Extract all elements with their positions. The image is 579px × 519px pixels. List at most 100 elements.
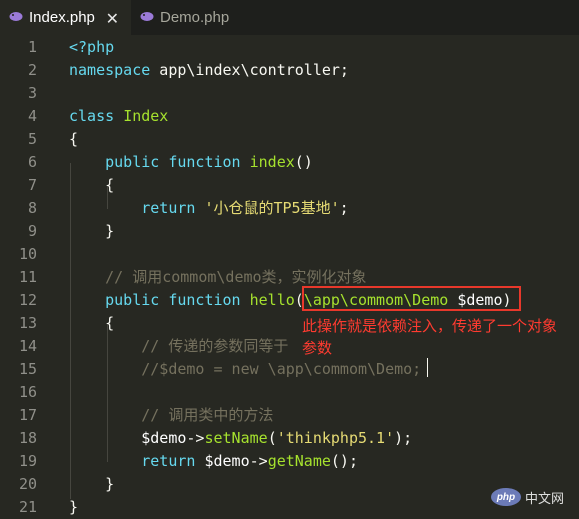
tab-index-php[interactable]: Index.php ✕ (0, 0, 131, 35)
code-token: index (249, 153, 295, 171)
code-line[interactable]: 15 //$demo = new \app\commom\Demo; (0, 358, 579, 381)
line-number: 6 (27, 153, 37, 171)
line-number: 11 (18, 268, 37, 286)
code-token: // 调用类中的方法 (141, 406, 274, 424)
code-token: $demo (204, 452, 250, 470)
code-line[interactable]: 17 // 调用类中的方法 (0, 404, 579, 427)
line-number: 1 (27, 38, 37, 56)
code-text: // 传递的参数同等于 (69, 335, 288, 358)
code-line[interactable]: 4 class Index (0, 105, 579, 128)
code-token: ( (267, 429, 277, 447)
annotation-text-line1: 此操作就是依赖注入，传递了一个对象 (302, 318, 558, 335)
line-number: 12 (18, 291, 37, 309)
code-token: 'thinkphp5.1' (276, 429, 395, 447)
code-text: // 调用类中的方法 (69, 404, 273, 427)
code-token: // 传递的参数同等于 (141, 337, 289, 355)
line-number: 5 (27, 130, 37, 148)
code-text: $demo->setName('thinkphp5.1'); (69, 427, 412, 450)
code-line[interactable]: 7 { (0, 174, 579, 197)
code-text: return $demo->getName(); (69, 450, 358, 473)
indent-guide (70, 163, 71, 499)
code-text: <?php (69, 36, 114, 59)
code-text: namespace app\index\controller; (69, 59, 349, 82)
code-token: ); (394, 429, 413, 447)
code-token: public (105, 291, 160, 309)
line-number: 20 (18, 475, 37, 493)
code-line[interactable]: 14 // 传递的参数同等于 (0, 335, 579, 358)
indent-guide (107, 324, 108, 462)
code-token: function (168, 153, 241, 171)
line-number: 2 (27, 61, 37, 79)
tab-demo-php[interactable]: Demo.php (131, 0, 261, 35)
code-token: '小仓鼠的TP5基地' (204, 199, 340, 217)
code-token: //$demo = new \app\commom\Demo; (141, 360, 422, 378)
code-token: { (69, 130, 79, 148)
code-token: } (69, 498, 79, 516)
code-text: } (69, 473, 114, 496)
code-token: hello (249, 291, 295, 309)
code-text: } (69, 220, 114, 243)
code-line[interactable]: 3 (0, 82, 579, 105)
highlight-box (302, 286, 521, 311)
code-line[interactable]: 10 (0, 243, 579, 266)
code-token: function (168, 291, 241, 309)
code-token: Index (123, 107, 169, 125)
code-token: (); (330, 452, 358, 470)
line-number: 19 (18, 452, 37, 470)
code-line[interactable]: 6 public function index() (0, 151, 579, 174)
line-number: 15 (18, 360, 37, 378)
code-line[interactable]: 5{ (0, 128, 579, 151)
line-number: 14 (18, 337, 37, 355)
code-text: public function index() (69, 151, 313, 174)
code-token: namespace (69, 61, 151, 79)
php-logo: php (491, 488, 521, 506)
close-icon[interactable]: ✕ (106, 9, 119, 29)
code-token: } (69, 222, 115, 240)
code-text: //$demo = new \app\commom\Demo; (69, 358, 421, 381)
code-text: { (69, 128, 78, 151)
code-text: return '小仓鼠的TP5基地'; (69, 197, 348, 220)
code-line[interactable]: 8 return '小仓鼠的TP5基地'; (0, 197, 579, 220)
code-text: class Index (69, 105, 168, 128)
line-number: 17 (18, 406, 37, 424)
code-line[interactable]: 2 namespace app\index\controller; (0, 59, 579, 82)
code-token: app\index\controller; (150, 61, 349, 79)
code-editor[interactable]: 1 <?php 2 namespace app\index\controller; 3 4… (0, 36, 579, 516)
code-token: // 调用commom\demo类，实例化对象 (105, 268, 367, 286)
line-number: 9 (27, 222, 37, 240)
code-line[interactable]: 9 } (0, 220, 579, 243)
code-line[interactable]: 19 return $demo->getName(); (0, 450, 579, 473)
text-cursor (427, 358, 428, 377)
line-number: 18 (18, 429, 37, 447)
code-token: return (141, 452, 196, 470)
code-token: getName (267, 452, 331, 470)
watermark: php 中文网 (491, 486, 564, 508)
annotation-text-line2: 参数 (302, 340, 333, 357)
code-token: setName (204, 429, 268, 447)
php-elephant-icon (9, 11, 23, 24)
code-token: -> (249, 452, 268, 470)
line-number: 10 (18, 245, 37, 263)
php-elephant-icon (140, 11, 154, 24)
code-token: $demo (141, 429, 187, 447)
code-line[interactable]: 18 $demo->setName('thinkphp5.1'); (0, 427, 579, 450)
tab-bar: Index.php ✕ Demo.php (0, 0, 579, 35)
code-token: class (69, 107, 115, 125)
code-token: } (69, 475, 115, 493)
code-line[interactable]: 1 <?php (0, 36, 579, 59)
code-token: return (141, 199, 196, 217)
code-line[interactable]: 16 (0, 381, 579, 404)
code-token: public (105, 153, 160, 171)
